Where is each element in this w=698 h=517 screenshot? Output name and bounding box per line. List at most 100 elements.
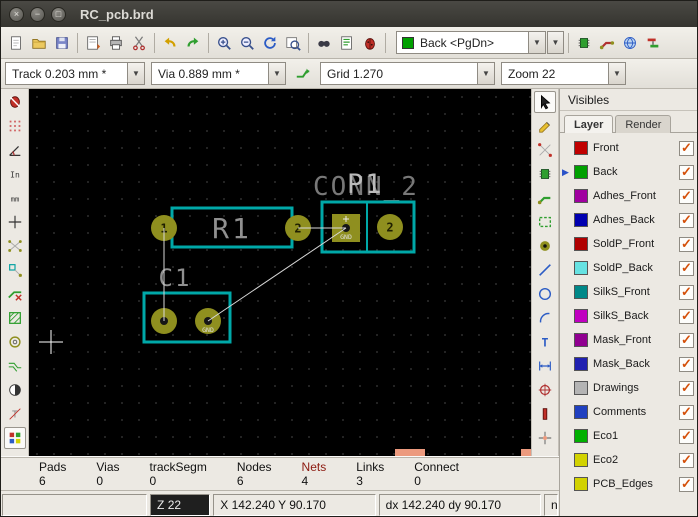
layer-checkbox[interactable]: ✓ [679,261,694,276]
layer-row-silks-front[interactable]: SilkS_Front ✓ [562,280,697,304]
via-size-dropdown-arrow-icon[interactable]: ▼ [268,63,285,84]
track-autodelete-icon[interactable] [4,283,26,305]
layer-selector[interactable]: Back <PgDn> ▼ [396,31,546,54]
track-mode-icon[interactable] [596,32,618,54]
layer-checkbox[interactable]: ✓ [679,477,694,492]
layer-row-eco2[interactable]: Eco2 ✓ [562,448,697,472]
open-board-icon[interactable] [28,32,50,54]
via-size-select[interactable]: Via 0.889 mm * ▼ [151,62,286,85]
layer-row-soldp-back[interactable]: SoldP_Back ✓ [562,256,697,280]
layer-row-comments[interactable]: Comments ✓ [562,400,697,424]
redraw-view-icon[interactable] [259,32,281,54]
units-mm-icon[interactable]: mm [4,187,26,209]
layers-manager-toggle-icon[interactable] [4,427,26,449]
save-board-icon[interactable] [51,32,73,54]
invisible-text-icon[interactable]: T [4,403,26,425]
layer-checkbox[interactable]: ✓ [679,453,694,468]
layer-row-front[interactable]: Front ✓ [562,136,697,160]
layer-row-adhes-front[interactable]: Adhes_Front ✓ [562,184,697,208]
layer-checkbox[interactable]: ✓ [679,189,694,204]
layer-checkbox[interactable]: ✓ [679,309,694,324]
add-circle-icon[interactable] [534,283,556,305]
layer-row-back[interactable]: ▶ Back ✓ [562,160,697,184]
track-width-select[interactable]: Track 0.203 mm * ▼ [5,62,145,85]
redo-icon[interactable] [182,32,204,54]
layer-checkbox[interactable]: ✓ [679,381,694,396]
high-contrast-icon[interactable] [4,379,26,401]
highlight-net-icon[interactable] [534,115,556,137]
layer-row-mask-front[interactable]: Mask_Front ✓ [562,328,697,352]
layer-row-pcb-edges[interactable]: PCB_Edges ✓ [562,472,697,496]
minimize-button[interactable]: − [30,7,45,22]
grid-dropdown-arrow-icon[interactable]: ▼ [477,63,494,84]
print-icon[interactable] [105,32,127,54]
add-arc-icon[interactable] [534,307,556,329]
grid-origin-icon[interactable] [534,427,556,449]
layer-checkbox[interactable]: ✓ [679,405,694,420]
layer-row-adhes-back[interactable]: Adhes_Back ✓ [562,208,697,232]
layer-row-eco1[interactable]: Eco1 ✓ [562,424,697,448]
add-target-icon[interactable] [534,379,556,401]
zoom-fit-icon[interactable] [282,32,304,54]
layer-checkbox[interactable]: ✓ [679,357,694,372]
close-button[interactable]: × [9,7,24,22]
layer-quick-switch-icon[interactable]: ▼ [547,31,564,54]
auto-track-width-icon[interactable] [292,63,314,85]
layer-checkbox[interactable]: ✓ [679,141,694,156]
cut-icon[interactable] [128,32,150,54]
titlebar[interactable]: × − □ RC_pcb.brd [1,1,697,27]
layer-checkbox[interactable]: ✓ [679,213,694,228]
add-dimension-icon[interactable] [534,355,556,377]
module-ratsnest-icon[interactable] [4,259,26,281]
grid-toggle-icon[interactable] [4,115,26,137]
add-track-icon[interactable] [534,187,556,209]
layer-selector-dropdown-arrow-icon[interactable]: ▼ [528,32,545,53]
local-ratsnest-icon[interactable] [534,139,556,161]
read-netlist-icon[interactable] [336,32,358,54]
track-width-dropdown-arrow-icon[interactable]: ▼ [127,63,144,84]
undo-icon[interactable] [159,32,181,54]
find-icon[interactable] [313,32,335,54]
drc-check-icon[interactable] [359,32,381,54]
layer-pair-icon[interactable] [642,32,664,54]
layer-checkbox[interactable]: ✓ [679,429,694,444]
zoom-select[interactable]: Zoom 22 ▼ [501,62,626,85]
layer-row-mask-back[interactable]: Mask_Back ✓ [562,352,697,376]
layer-checkbox[interactable]: ✓ [679,237,694,252]
web-router-icon[interactable] [619,32,641,54]
zones-show-icon[interactable] [4,307,26,329]
tab-layer[interactable]: Layer [564,115,613,133]
tab-render[interactable]: Render [615,115,671,133]
footprint-mode-icon[interactable] [573,32,595,54]
add-via-icon[interactable] [534,235,556,257]
layer-checkbox[interactable]: ✓ [679,165,694,180]
layer-name: Front [593,142,679,154]
page-settings-icon[interactable] [82,32,104,54]
pcb-canvas[interactable]: CONN_2 P1 R1 1 2 [29,89,531,456]
cursor-shape-icon[interactable] [4,211,26,233]
polar-coords-icon[interactable] [4,139,26,161]
layer-row-silks-back[interactable]: SilkS_Back ✓ [562,304,697,328]
delete-items-icon[interactable] [534,403,556,425]
new-board-icon[interactable] [5,32,27,54]
layer-checkbox[interactable]: ✓ [679,333,694,348]
drc-toggle-icon[interactable] [4,91,26,113]
layer-row-soldp-front[interactable]: SoldP_Front ✓ [562,232,697,256]
add-text-icon[interactable]: T [534,331,556,353]
layer-checkbox[interactable]: ✓ [679,285,694,300]
tracks-sketch-icon[interactable] [4,355,26,377]
add-line-icon[interactable] [534,259,556,281]
grid-select[interactable]: Grid 1.270 ▼ [320,62,495,85]
pads-sketch-icon[interactable] [4,331,26,353]
select-tool-icon[interactable] [534,91,556,113]
units-inch-icon[interactable]: In [4,163,26,185]
add-module-icon[interactable] [534,163,556,185]
layer-row-drawings[interactable]: Drawings ✓ [562,376,697,400]
ratsnest-toggle-icon[interactable] [4,235,26,257]
check-icon: ✓ [681,309,692,322]
add-zone-icon[interactable] [534,211,556,233]
zoom-out-icon[interactable] [236,32,258,54]
zoom-dropdown-arrow-icon[interactable]: ▼ [608,63,625,84]
zoom-in-icon[interactable] [213,32,235,54]
maximize-button[interactable]: □ [51,7,66,22]
